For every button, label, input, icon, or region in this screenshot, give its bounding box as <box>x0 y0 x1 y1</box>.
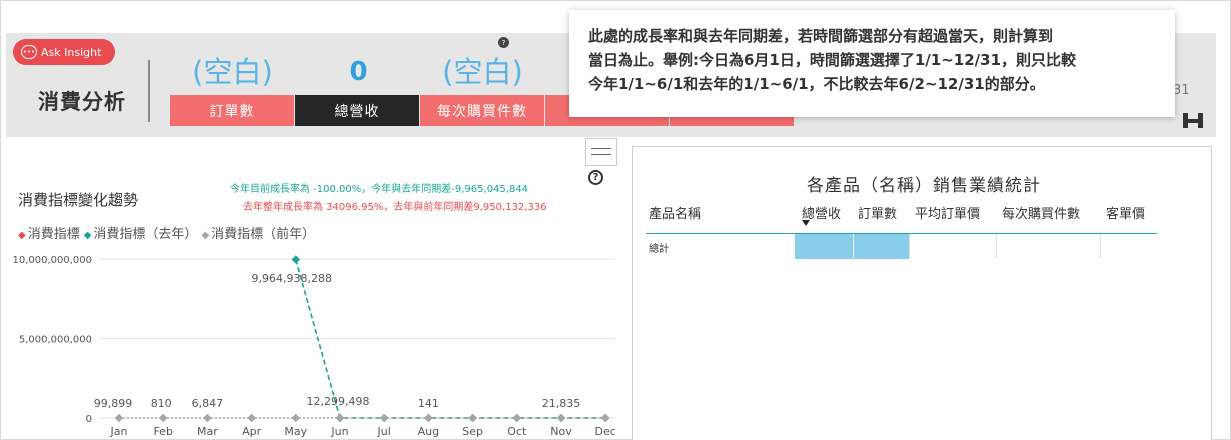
column-divider <box>996 234 997 259</box>
column-divider <box>909 234 910 259</box>
kpi-items-value: (空白) <box>442 55 523 89</box>
data-point <box>158 413 168 423</box>
y-tick-label: 5,000,000,000 <box>19 335 92 346</box>
ask-insight-button[interactable]: ••• Ask Insight <box>13 39 115 65</box>
chat-icon: ••• <box>21 45 37 59</box>
data-label: 6,847 <box>192 397 224 410</box>
column-divider <box>1100 234 1101 259</box>
x-tick-label: Dec <box>595 425 616 438</box>
x-tick-label: Oct <box>507 425 527 438</box>
x-tick-label: Sep <box>462 425 483 438</box>
col-header-orders[interactable]: 訂單數 <box>858 203 897 222</box>
x-tick-label: May <box>284 425 307 438</box>
kpi-orders-value: (空白) <box>192 55 273 89</box>
chart-title: 消費指標變化趨勢 <box>18 191 139 209</box>
col-header-items[interactable]: 每次購買件數 <box>1002 203 1080 222</box>
data-point <box>468 413 477 423</box>
sort-desc-icon[interactable] <box>802 220 810 226</box>
y-tick-label: 0 <box>86 414 92 425</box>
kpi-revenue-label[interactable]: 總營收 <box>295 95 419 126</box>
page-title: 消費分析 <box>38 90 126 114</box>
data-point <box>424 413 433 423</box>
tooltip-line-1: 此處的成長率和與去年同期差，若時間篩選部分有超過當天，則計算到 <box>588 27 1054 45</box>
x-tick-label: Jan <box>110 425 128 438</box>
data-point <box>291 255 301 264</box>
x-tick-label: Apr <box>242 425 262 438</box>
data-point <box>247 413 256 423</box>
growth-note-this-year: 今年目前成長率為 -100.00%，今年與去年同期差-9,965,045,844 <box>230 184 529 195</box>
trend-line-chart[interactable]: 10,000,000,000 5,000,000,000 0 Jan Feb Mar Apr… <box>0 240 630 440</box>
data-point <box>114 413 124 423</box>
data-label: 141 <box>418 397 439 410</box>
data-point <box>291 413 301 423</box>
total-revenue-cell <box>795 234 853 259</box>
x-tick-label: Feb <box>153 425 172 438</box>
side-label: 31 <box>1173 83 1190 98</box>
total-orders-cell <box>854 234 909 259</box>
data-label: 810 <box>151 397 172 410</box>
tooltip-line-2: 當日為止。舉例:今日為6月1日，時間篩選選擇了1/1~12/31，則只比較 <box>588 51 1077 69</box>
kpi-revenue-value: 0 <box>349 57 368 87</box>
ask-insight-label: Ask Insight <box>41 45 102 59</box>
x-tick-label: Jun <box>330 425 348 438</box>
header-divider <box>148 60 150 122</box>
data-label: 99,899 <box>94 397 133 410</box>
total-row-label: 總計 <box>649 244 669 255</box>
data-label: 9,964,938,288 <box>252 272 332 285</box>
hamburger-menu-icon[interactable] <box>585 138 617 166</box>
resize-handle-icon[interactable] <box>1183 113 1203 128</box>
x-tick-label: Aug <box>418 425 439 438</box>
data-point <box>556 413 566 423</box>
data-label: 21,835 <box>542 397 581 410</box>
data-point <box>379 413 389 423</box>
x-tick-label: Mar <box>197 425 218 438</box>
kpi-orders-label[interactable]: 訂單數 <box>170 95 294 126</box>
kpi-items-label[interactable]: 每次購買件數 <box>420 95 544 126</box>
data-point <box>335 413 345 423</box>
question-icon[interactable]: ? <box>588 170 603 185</box>
x-tick-label: Nov <box>550 425 572 438</box>
data-point <box>512 413 522 423</box>
col-header-customer-price[interactable]: 客單價 <box>1106 203 1145 222</box>
growth-note-last-year: 去年整年成長率為 34096.95%，去年與前年同期差9,950,132,336 <box>243 202 547 213</box>
col-header-avg-order[interactable]: 平均訂單價 <box>915 203 980 222</box>
help-tooltip: 此處的成長率和與去年同期差，若時間篩選部分有超過當天，則計算到 當日為止。舉例:… <box>569 10 1175 117</box>
y-tick-label: 10,000,000,000 <box>12 255 92 266</box>
col-header-product[interactable]: 產品名稱 <box>649 203 701 222</box>
help-icon[interactable]: ? <box>498 37 509 48</box>
tooltip-line-3: 今年1/1~6/1和去年的1/1~6/1，不比較去年6/2~12/31的部分。 <box>588 75 1045 93</box>
data-point <box>600 413 610 423</box>
data-point <box>203 413 212 423</box>
table-title: 各產品（名稱）銷售業績統計 <box>807 176 1041 196</box>
data-label: 12,299,498 <box>307 395 370 408</box>
x-tick-label: Jul <box>377 425 391 438</box>
